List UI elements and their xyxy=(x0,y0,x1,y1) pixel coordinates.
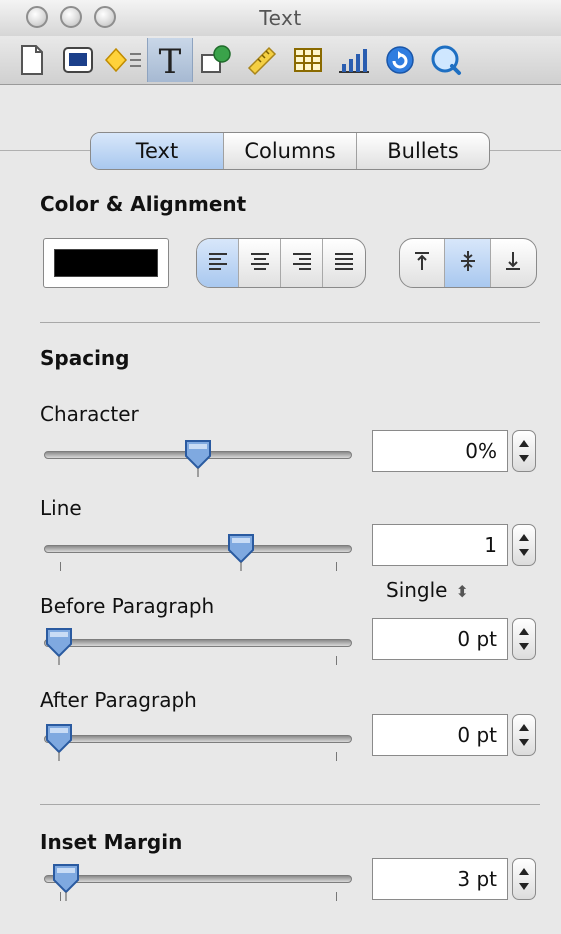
graphic-icon xyxy=(62,46,94,74)
line-spacing-mode: Single xyxy=(386,578,448,602)
window-title: Text xyxy=(259,6,302,30)
stepper-down-icon xyxy=(519,739,529,746)
inset-margin-field[interactable]: 3 pt xyxy=(372,858,508,900)
vertical-alignment-group xyxy=(399,238,537,288)
slider-tick xyxy=(336,892,337,901)
metrics-icon xyxy=(104,45,144,75)
text-color-well[interactable] xyxy=(43,238,169,288)
slider-track xyxy=(44,639,352,647)
slider-thumb[interactable] xyxy=(51,862,81,902)
spacing-heading: Spacing xyxy=(40,346,130,370)
stepper-up-icon xyxy=(519,534,529,541)
align-center-button[interactable] xyxy=(239,239,281,287)
title-bar: Text xyxy=(0,0,561,37)
stepper-up-icon xyxy=(519,868,529,875)
ruler-icon xyxy=(245,44,279,76)
stepper-up-icon xyxy=(519,628,529,635)
text-inspector-button[interactable]: T xyxy=(147,38,193,82)
shape-inspector-button[interactable] xyxy=(193,38,239,82)
slider-thumb[interactable] xyxy=(183,438,213,478)
align-top-button[interactable] xyxy=(400,239,446,287)
inspector-toolbar: T xyxy=(0,36,561,85)
before-paragraph-field[interactable]: 0 pt xyxy=(372,618,508,660)
after-paragraph-stepper[interactable] xyxy=(512,714,536,756)
link-icon xyxy=(384,44,416,76)
graphic-inspector-button[interactable] xyxy=(55,38,101,82)
align-bottom-icon xyxy=(504,251,522,275)
slider-tick xyxy=(60,562,61,571)
slider-thumb[interactable] xyxy=(226,532,256,572)
line-label: Line xyxy=(40,496,82,520)
align-justify-icon xyxy=(334,252,354,274)
align-justify-button[interactable] xyxy=(323,239,365,287)
slider-track xyxy=(44,735,352,743)
ruler-inspector-button[interactable] xyxy=(239,38,285,82)
stepper-down-icon xyxy=(519,643,529,650)
tab-text[interactable]: Text xyxy=(91,133,224,169)
align-bottom-button[interactable] xyxy=(491,239,536,287)
document-icon xyxy=(19,44,45,76)
slider-track xyxy=(44,545,352,553)
inset-margin-slider[interactable] xyxy=(44,862,352,902)
align-left-icon xyxy=(208,252,228,274)
before-paragraph-slider[interactable] xyxy=(44,626,352,666)
chart-inspector-button[interactable] xyxy=(331,38,377,82)
after-paragraph-slider[interactable] xyxy=(44,722,352,762)
line-spacing-mode-popup[interactable]: Single ⬍ xyxy=(386,578,469,602)
popup-arrows-icon: ⬍ xyxy=(455,582,469,601)
quicktime-inspector-button[interactable] xyxy=(423,38,469,82)
slider-track xyxy=(44,875,352,883)
document-inspector-button[interactable] xyxy=(9,38,55,82)
inspector-tabs: Text Columns Bullets xyxy=(90,132,490,170)
after-paragraph-label: After Paragraph xyxy=(40,688,197,712)
before-paragraph-label: Before Paragraph xyxy=(40,594,215,618)
section-divider xyxy=(40,804,540,805)
stepper-down-icon xyxy=(519,549,529,556)
table-inspector-button[interactable] xyxy=(285,38,331,82)
stepper-up-icon xyxy=(519,440,529,447)
shape-icon xyxy=(199,44,233,76)
tab-bullets[interactable]: Bullets xyxy=(357,133,489,169)
tab-columns[interactable]: Columns xyxy=(224,133,357,169)
quicktime-icon xyxy=(430,44,462,76)
align-left-button[interactable] xyxy=(197,239,239,287)
align-middle-icon xyxy=(459,250,477,276)
slider-tick xyxy=(336,562,337,571)
color-alignment-heading: Color & Alignment xyxy=(40,192,247,216)
align-center-icon xyxy=(250,252,270,274)
text-icon: T xyxy=(155,43,185,77)
line-spacing-field[interactable]: 1 xyxy=(372,524,508,566)
align-top-icon xyxy=(413,251,431,275)
svg-text:T: T xyxy=(159,43,182,77)
align-right-icon xyxy=(292,252,312,274)
section-divider xyxy=(40,322,540,323)
line-spacing-slider[interactable] xyxy=(44,532,352,572)
character-spacing-slider[interactable] xyxy=(44,438,352,478)
text-color-swatch xyxy=(54,249,158,277)
chart-icon xyxy=(337,46,371,74)
slider-tick xyxy=(336,656,337,665)
horizontal-alignment-group xyxy=(196,238,366,288)
align-middle-button[interactable] xyxy=(445,239,491,287)
hyperlink-inspector-button[interactable] xyxy=(377,38,423,82)
metrics-inspector-button[interactable] xyxy=(101,38,147,82)
stepper-up-icon xyxy=(519,724,529,731)
slider-thumb[interactable] xyxy=(44,626,74,666)
before-paragraph-stepper[interactable] xyxy=(512,618,536,660)
stepper-down-icon xyxy=(519,455,529,462)
after-paragraph-field[interactable]: 0 pt xyxy=(372,714,508,756)
table-icon xyxy=(293,46,323,74)
character-spacing-stepper[interactable] xyxy=(512,430,536,472)
slider-thumb[interactable] xyxy=(44,722,74,762)
line-spacing-stepper[interactable] xyxy=(512,524,536,566)
character-label: Character xyxy=(40,402,139,426)
slider-tick xyxy=(336,752,337,761)
align-right-button[interactable] xyxy=(281,239,323,287)
stepper-down-icon xyxy=(519,883,529,890)
inset-margin-heading: Inset Margin xyxy=(40,830,183,854)
inset-margin-stepper[interactable] xyxy=(512,858,536,900)
character-spacing-field[interactable]: 0% xyxy=(372,430,508,472)
